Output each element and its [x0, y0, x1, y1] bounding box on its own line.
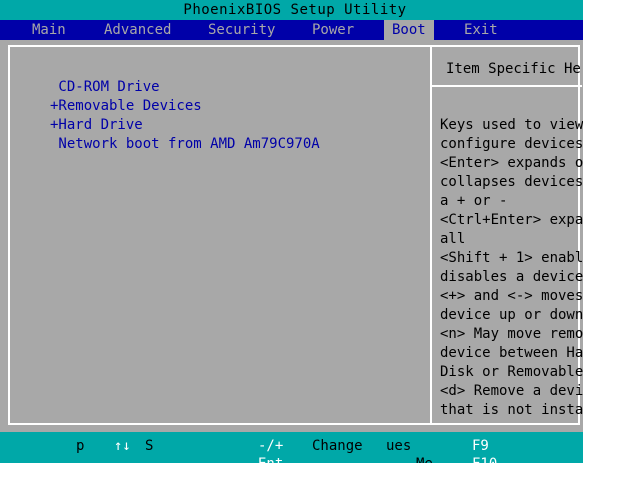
status-change-label: Change	[312, 438, 363, 454]
status-help-fragment: p	[76, 438, 85, 454]
help-line: device between Har	[440, 345, 592, 361]
status-key-plusminus: -/+	[258, 438, 284, 454]
status-values-fragment: ues	[386, 438, 412, 454]
boot-order-list: CD-ROM Drive +Removable Devices +Hard Dr…	[50, 78, 320, 154]
boot-item-cdrom[interactable]: CD-ROM Drive	[50, 78, 320, 97]
help-line: <Ctrl+Enter> expanc	[440, 212, 601, 228]
status-key-f9: F9	[472, 438, 489, 454]
torn-edge-right	[583, 0, 623, 488]
menu-boot[interactable]: Boot	[384, 20, 434, 40]
help-line: collapses devices w	[440, 174, 601, 190]
help-line: configure devices.	[440, 136, 592, 152]
title-bar: PhoenixBIOS Setup Utility	[0, 0, 590, 20]
help-line: <d> Remove a devic	[440, 383, 592, 399]
help-line: <Enter> expands or	[440, 155, 592, 171]
help-line: <n> May move remo	[440, 326, 584, 342]
menu-power[interactable]: Power	[304, 20, 362, 40]
bios-screen: PhoenixBIOS Setup Utility Main Advanced …	[0, 0, 609, 472]
torn-edge-bottom	[0, 463, 623, 488]
help-text: Keys used to view configure devices. <En…	[440, 116, 609, 420]
help-line: <Shift + 1> enables	[440, 250, 601, 266]
boot-item-removable[interactable]: +Removable Devices	[50, 97, 320, 116]
status-key-arrows: ↑↓	[114, 438, 131, 454]
help-line: Keys used to view	[440, 117, 584, 133]
menu-security[interactable]: Security	[200, 20, 283, 40]
help-line: <+> and <-> moves th	[440, 288, 609, 304]
help-line: disables a device.	[440, 269, 592, 285]
panel-divider	[430, 47, 432, 423]
help-line: device up or down.	[440, 307, 592, 323]
menu-bar: Main Advanced Security Power Boot Exit	[0, 20, 590, 40]
boot-item-network[interactable]: Network boot from AMD Am79C970A	[50, 135, 319, 154]
help-line: all	[440, 231, 466, 247]
status-select-fragment: S	[145, 438, 154, 454]
help-line: Disk or Removable D	[440, 364, 601, 380]
help-title: Item Specific He	[446, 61, 581, 77]
menu-main[interactable]: Main	[24, 20, 74, 40]
help-line: a + or -	[440, 193, 508, 209]
help-divider	[432, 85, 582, 87]
menu-exit[interactable]: Exit	[456, 20, 506, 40]
boot-item-hard-drive[interactable]: +Hard Drive	[50, 116, 320, 135]
menu-advanced[interactable]: Advanced	[96, 20, 179, 40]
app-title: PhoenixBIOS Setup Utility	[183, 2, 407, 18]
help-line: that is not insta	[440, 402, 584, 418]
